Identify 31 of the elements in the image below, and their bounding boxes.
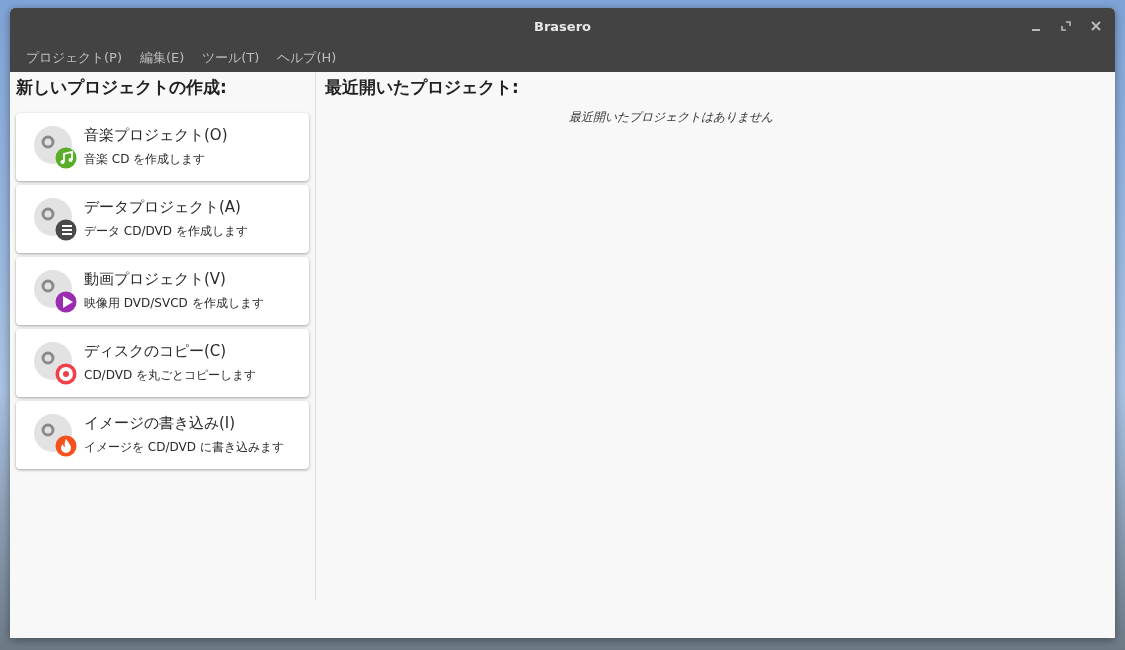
close-icon [1091, 21, 1101, 31]
menu-item[interactable]: ヘルプ(H) [269, 49, 345, 67]
section-heading: 新しいプロジェクトの作成: [16, 76, 228, 99]
project-title: 音楽プロジェクト(O) [84, 126, 228, 145]
minimize-icon [1032, 29, 1040, 31]
project-title: ディスクのコピー(C) [84, 342, 228, 361]
menu-item[interactable]: プロジェクト(P) [18, 49, 130, 67]
disc-icon [33, 197, 77, 241]
project-description: 音楽 CD を作成します [84, 151, 207, 168]
project-title: データプロジェクト(A) [84, 198, 242, 217]
project-type-button[interactable]: 音楽プロジェクト(O) 音楽 CD を作成します [16, 113, 309, 181]
project-description: 映像用 DVD/SVCD を作成します [84, 295, 264, 312]
project-description: CD/DVD を丸ごとコピーします [84, 367, 256, 384]
disc-icon [33, 125, 77, 169]
project-type-button[interactable]: 動画プロジェクト(V) 映像用 DVD/SVCD を作成します [16, 257, 309, 325]
project-type-button[interactable]: ディスクのコピー(C) CD/DVD を丸ごとコピーします [16, 329, 309, 397]
disc-icon [33, 341, 77, 385]
project-description: イメージを CD/DVD に書き込みます [84, 439, 284, 456]
project-description: データ CD/DVD を作成します [84, 223, 248, 240]
project-type-button[interactable]: データプロジェクト(A) データ CD/DVD を作成します [16, 185, 309, 253]
project-title: 動画プロジェクト(V) [84, 270, 227, 289]
menu-item[interactable]: ツール(T) [194, 49, 268, 67]
empty-message: 最近開いたプロジェクトはありません [568, 109, 773, 126]
window-title: Brasero [534, 18, 591, 34]
disc-icon [33, 269, 77, 313]
project-title: イメージの書き込み(I) [84, 414, 237, 433]
menu-item[interactable]: 編集(E) [132, 49, 193, 67]
project-type-button[interactable]: イメージの書き込み(I) イメージを CD/DVD に書き込みます [16, 401, 309, 469]
maximize-icon [1061, 21, 1071, 31]
section-heading: 最近開いたプロジェクト: [325, 76, 520, 99]
disc-icon [33, 413, 77, 457]
